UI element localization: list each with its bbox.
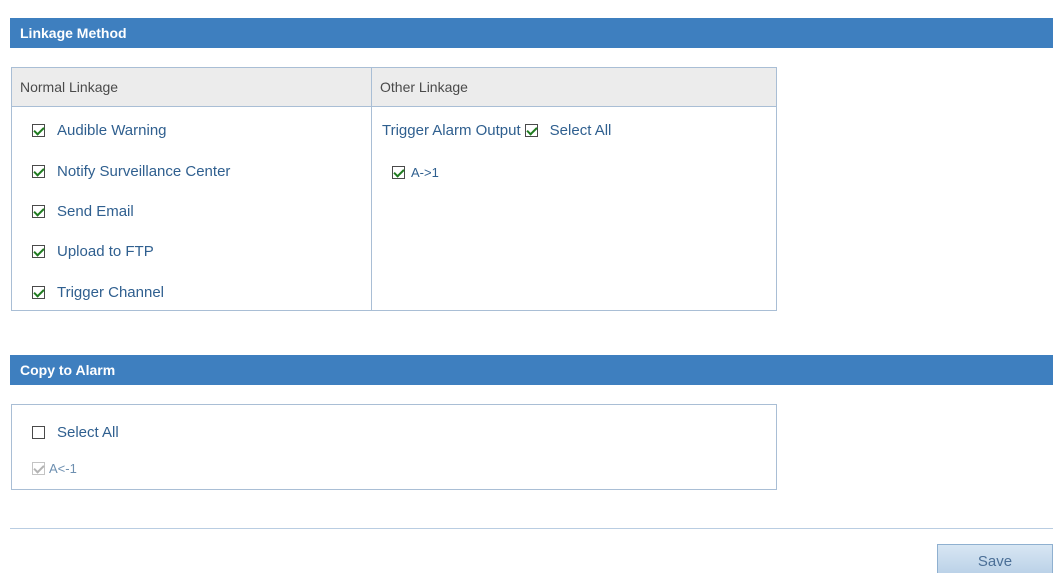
copy-alarm-a1-option: A<-1 [32,458,77,478]
copy-alarm-a1-label: A<-1 [49,460,77,476]
send-email-label: Send Email [57,202,134,220]
output-select-all-label: Select All [549,121,612,139]
other-linkage-column: Other Linkage Trigger Alarm Output Selec… [372,68,776,310]
alarm-output-a1-option[interactable]: A->1 [392,162,439,182]
trigger-channel-label: Trigger Channel [57,283,164,301]
copy-select-all-label: Select All [57,423,119,441]
linkage-method-header: Linkage Method [10,18,1053,48]
copy-to-alarm-panel: Select All A<-1 [11,404,777,490]
other-linkage-header: Other Linkage [372,68,776,107]
audible-warning-label: Audible Warning [57,121,167,139]
alarm-output-a1-checkbox[interactable] [392,165,405,179]
trigger-channel-checkbox[interactable] [32,285,45,299]
linkage-method-table: Normal Linkage Audible Warning Notify Su… [11,67,777,311]
send-email-option[interactable]: Send Email [32,201,134,221]
copy-alarm-a1-checkbox [32,461,45,475]
output-select-all-checkbox[interactable] [524,123,538,137]
notify-surveillance-center-checkbox[interactable] [32,164,45,178]
trigger-alarm-output-label: Trigger Alarm Output [382,121,521,139]
copy-to-alarm-title: Copy to Alarm [20,362,116,378]
footer-divider [10,528,1053,529]
normal-linkage-column: Normal Linkage Audible Warning Notify Su… [12,68,372,310]
send-email-checkbox[interactable] [32,204,45,218]
upload-to-ftp-label: Upload to FTP [57,242,154,260]
trigger-alarm-output-row: Trigger Alarm Output Select All [382,120,611,140]
upload-to-ftp-option[interactable]: Upload to FTP [32,241,154,261]
audible-warning-option[interactable]: Audible Warning [32,120,167,140]
copy-select-all-option[interactable]: Select All [32,422,119,442]
alarm-output-a1-label: A->1 [411,164,439,180]
linkage-method-title: Linkage Method [20,25,127,41]
audible-warning-checkbox[interactable] [32,123,45,137]
copy-select-all-checkbox[interactable] [32,425,45,439]
save-button[interactable]: Save [937,544,1053,573]
copy-to-alarm-header: Copy to Alarm [10,355,1053,385]
normal-linkage-header: Normal Linkage [12,68,371,107]
notify-surveillance-center-label: Notify Surveillance Center [57,162,231,180]
trigger-channel-option[interactable]: Trigger Channel [32,282,164,302]
upload-to-ftp-checkbox[interactable] [32,244,45,258]
notify-surveillance-center-option[interactable]: Notify Surveillance Center [32,161,230,181]
